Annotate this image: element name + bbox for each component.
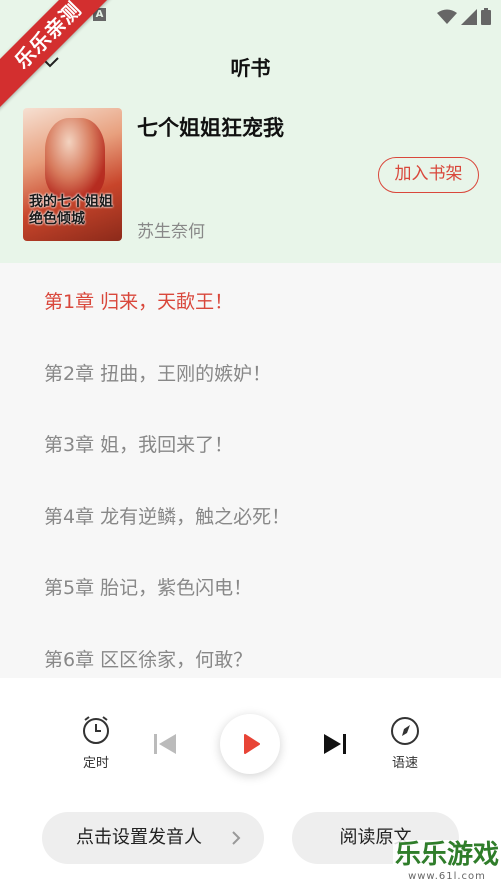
page-title: 听书 — [230, 56, 271, 80]
book-author: 苏生奈何 — [137, 222, 205, 242]
watermark-logo: 乐乐游戏 www.61l.com — [393, 840, 501, 892]
chevron-right-icon — [232, 831, 241, 845]
set-voice-button[interactable]: 点击设置发音人 — [42, 812, 264, 864]
wifi-icon — [437, 9, 457, 24]
speed-button[interactable]: 语速 — [385, 714, 425, 771]
set-voice-label: 点击设置发音人 — [76, 827, 202, 848]
next-icon[interactable] — [322, 732, 348, 756]
watermark-url: www.61l.com — [408, 871, 486, 882]
book-cover: 我的七个姐姐绝色倾城 — [23, 108, 122, 241]
battery-icon — [481, 8, 491, 25]
timer-label: 定时 — [82, 756, 109, 771]
watermark-logo-text: 乐乐游戏 — [394, 840, 499, 870]
book-title: 七个姐姐狂宠我 — [137, 116, 284, 140]
chapter-item-4[interactable]: 第4章 龙有逆鳞，触之必死！ — [44, 502, 290, 529]
timer-icon — [83, 716, 109, 744]
status-icons-right — [437, 8, 491, 25]
chapter-item-2[interactable]: 第2章 扭曲，王刚的嫉妒！ — [44, 359, 271, 386]
play-button[interactable] — [220, 714, 280, 774]
play-icon — [244, 734, 260, 754]
chapter-item-3[interactable]: 第3章 姐，我回来了！ — [44, 430, 233, 457]
chapter-item-6[interactable]: 第6章 区区徐家，何敢？ — [44, 645, 252, 672]
timer-button[interactable]: 定时 — [76, 714, 116, 771]
signal-icon — [461, 8, 477, 25]
speed-icon — [391, 717, 419, 745]
chapter-list: 第1章 归来，天歃王！ 第2章 扭曲，王刚的嫉妒！ 第3章 姐，我回来了！ 第4… — [0, 263, 501, 678]
chapter-item-5[interactable]: 第5章 胎记，紫色闪电！ — [44, 573, 252, 600]
speed-label: 语速 — [391, 756, 418, 771]
cover-title: 我的七个姐姐绝色倾城 — [29, 194, 113, 227]
add-to-shelf-button[interactable]: 加入书架 — [378, 157, 479, 193]
chapter-item-1[interactable]: 第1章 归来，天歃王！ — [44, 287, 233, 314]
cover-figure — [45, 118, 105, 198]
previous-icon[interactable] — [152, 732, 178, 756]
